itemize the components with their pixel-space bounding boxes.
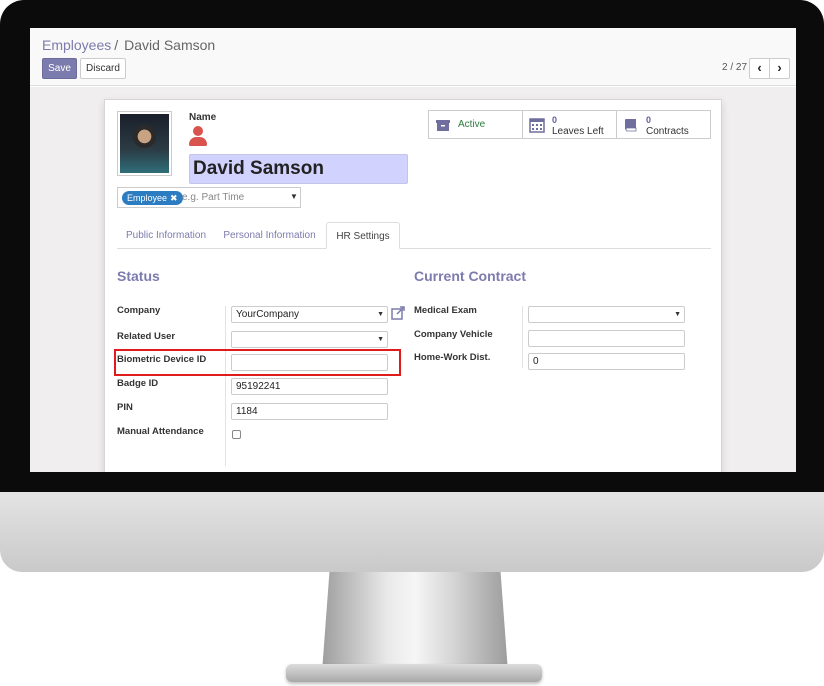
name-label: Name	[189, 112, 217, 123]
related-user-select[interactable]: ▼	[231, 331, 388, 348]
status-divider	[225, 306, 226, 466]
pin-input[interactable]: 1184	[231, 403, 388, 420]
app-screen: Employees / David Samson Save Discard 2 / …	[30, 28, 796, 472]
home-work-distance-input[interactable]: 0	[528, 353, 685, 370]
leaves-left-count: 0	[552, 115, 558, 125]
home-work-distance-label: Home-Work Dist.	[414, 352, 491, 363]
manual-attendance-checkbox[interactable]	[232, 430, 241, 439]
tab-personal-information[interactable]: Personal Information	[218, 222, 321, 249]
monitor-stand-neck	[322, 572, 508, 672]
related-user-label: Related User	[117, 331, 176, 342]
tab-public-information[interactable]: Public Information	[117, 222, 215, 249]
tab-hr-settings[interactable]: HR Settings	[326, 222, 400, 249]
pager-next-button[interactable]: ›	[769, 58, 790, 79]
active-toggle-button[interactable]: Active	[428, 110, 523, 139]
employee-photo-image	[120, 114, 169, 173]
company-vehicle-label: Company Vehicle	[414, 329, 493, 340]
contract-divider	[522, 306, 523, 368]
tags-placeholder: e.g. Part Time	[182, 192, 245, 203]
chevron-down-icon: ▼	[674, 311, 681, 318]
chevron-down-icon[interactable]: ▼	[290, 192, 298, 201]
manual-attendance-label: Manual Attendance	[117, 426, 204, 437]
current-contract-group-title: Current Contract	[414, 268, 527, 284]
employee-tag: Employee ✖	[122, 191, 183, 205]
breadcrumb: Employees / David Samson	[42, 37, 215, 53]
employee-name-input[interactable]: David Samson	[189, 154, 408, 184]
control-panel: Employees / David Samson Save Discard 2 / …	[30, 28, 796, 86]
user-alert-icon	[189, 126, 207, 146]
monitor-stand-foot	[286, 664, 542, 682]
chevron-down-icon: ▼	[377, 311, 384, 318]
save-button[interactable]: Save	[42, 58, 77, 79]
chevron-down-icon: ▼	[377, 336, 384, 343]
company-select[interactable]: YourCompany ▼	[231, 306, 388, 323]
leaves-left-label: Leaves Left	[552, 126, 604, 137]
tag-remove-icon[interactable]: ✖	[170, 193, 178, 203]
company-vehicle-input[interactable]	[528, 330, 685, 347]
status-group-title: Status	[117, 268, 160, 284]
contracts-count: 0	[646, 115, 652, 125]
discard-button[interactable]: Discard	[80, 58, 126, 79]
badge-id-label: Badge ID	[117, 378, 159, 389]
active-status-label: Active	[458, 119, 486, 130]
contracts-button[interactable]: 0 Contracts	[616, 110, 711, 139]
medical-exam-select[interactable]: ▼	[528, 306, 685, 323]
book-icon	[625, 119, 637, 132]
pager-value: 2 / 27	[722, 62, 748, 73]
breadcrumb-current: David Samson	[124, 37, 216, 53]
calendar-icon	[529, 118, 545, 133]
leaves-left-button[interactable]: 0 Leaves Left	[522, 110, 617, 139]
contracts-label: Contracts	[646, 126, 689, 137]
medical-exam-label: Medical Exam	[414, 305, 477, 316]
employee-tag-label: Employee	[127, 193, 168, 203]
pager-previous-button[interactable]: ‹	[749, 58, 770, 79]
monitor-chin	[0, 492, 824, 572]
category-tags-field[interactable]: Employee ✖ e.g. Part Time ▼	[117, 187, 301, 208]
highlight-box	[114, 349, 401, 376]
badge-id-input[interactable]: 95192241	[231, 378, 388, 395]
pin-label: PIN	[117, 402, 133, 413]
company-label: Company	[117, 305, 161, 316]
form-view: Name David Samson Employee ✖ e.g. Part Ti…	[30, 87, 796, 472]
employee-photo[interactable]	[117, 111, 172, 176]
external-link-icon[interactable]	[391, 306, 405, 320]
breadcrumb-separator: /	[114, 37, 119, 53]
monitor: Employees / David Samson Save Discard 2 / …	[0, 0, 824, 686]
company-value: YourCompany	[236, 309, 300, 320]
archive-icon	[436, 120, 450, 131]
form-sheet: Name David Samson Employee ✖ e.g. Part Ti…	[104, 99, 722, 472]
breadcrumb-employees-link[interactable]: Employees	[42, 37, 111, 53]
